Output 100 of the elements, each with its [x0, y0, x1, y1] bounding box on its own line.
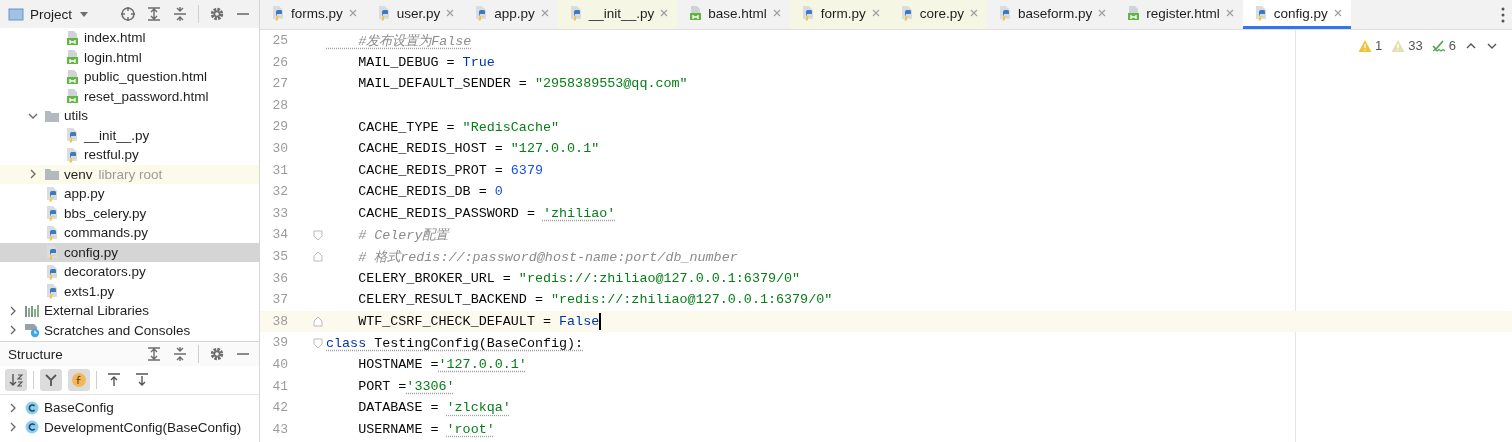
more-icon[interactable] — [1500, 6, 1506, 23]
html-file-icon — [64, 29, 80, 46]
line-number: 39 — [271, 334, 289, 353]
editor-tab[interactable]: form.py — [789, 0, 889, 29]
collapse-all-icon[interactable] — [172, 346, 188, 362]
inspection-counter[interactable]: 33 — [1391, 38, 1423, 53]
python-file-icon — [44, 263, 60, 280]
editor-tab[interactable]: baseform.py — [987, 0, 1116, 29]
project-icon — [8, 6, 24, 22]
code-line: CACHE_REDIS_DB = 0 — [357, 184, 503, 200]
locate-icon[interactable] — [120, 6, 136, 22]
close-icon[interactable] — [347, 8, 358, 18]
code-line: CACHE_REDIS_PROT = 6379 — [357, 162, 543, 178]
python-file-icon — [44, 244, 60, 261]
sort-icon[interactable] — [5, 369, 27, 391]
html-file-icon — [64, 88, 80, 105]
collapse-all-icon[interactable] — [172, 6, 188, 22]
line-number: 33 — [271, 204, 289, 223]
hierarchy-icon[interactable] — [40, 369, 62, 391]
html-file-icon — [687, 5, 704, 21]
python-file-icon — [64, 127, 80, 144]
scratch-clock-icon — [24, 322, 40, 339]
settings-icon[interactable] — [209, 346, 225, 362]
python-file-icon — [997, 5, 1013, 21]
expand-all-icon[interactable] — [146, 6, 162, 22]
class-icon — [24, 399, 40, 416]
html-file-icon — [64, 68, 80, 85]
editor-tab[interactable]: app.py — [463, 0, 558, 29]
close-icon[interactable] — [771, 8, 782, 18]
python-file-icon — [44, 224, 60, 241]
html-file-icon — [1125, 5, 1142, 21]
close-icon[interactable] — [1332, 8, 1343, 18]
code-line: #发布设置为False — [357, 32, 472, 50]
fold-marker-icon[interactable] — [313, 337, 323, 349]
code-line: CELERY_BROKER_URL = "redis://:zhiliao@127.0.0.1:6379/0" — [357, 270, 801, 286]
line-number: 27 — [271, 75, 289, 94]
tree-item[interactable]: restful.py — [0, 145, 259, 165]
inspection-counter[interactable]: 6 — [1431, 38, 1456, 53]
field-icon[interactable] — [68, 369, 90, 391]
code-line: DATABASE = 'zlckqa' — [357, 400, 511, 416]
tree-item[interactable]: app.py — [0, 184, 259, 204]
tree-item[interactable]: decorators.py — [0, 262, 259, 282]
line-number: 40 — [271, 355, 289, 374]
python-file-icon — [270, 5, 286, 21]
tree-item[interactable]: commands.py — [0, 223, 259, 243]
line-number: 35 — [271, 247, 289, 266]
tree-item[interactable]: config.py — [0, 242, 259, 262]
close-icon[interactable] — [445, 8, 456, 18]
editor-tab[interactable]: register.html — [1115, 0, 1243, 29]
editor-tab[interactable]: forms.py — [260, 0, 366, 29]
structure-item[interactable]: BaseConfig — [0, 398, 259, 418]
tree-item[interactable]: index.html — [0, 28, 259, 48]
editor-tab[interactable]: base.html — [677, 0, 790, 29]
python-file-icon — [44, 283, 60, 300]
expand-all-icon[interactable] — [146, 346, 162, 362]
tree-item[interactable]: exts1.py — [0, 281, 259, 301]
close-icon[interactable] — [1097, 8, 1108, 18]
tree-item[interactable]: login.html — [0, 47, 259, 67]
fold-marker-icon[interactable] — [313, 316, 323, 327]
tree-item[interactable]: public_question.html — [0, 67, 259, 87]
fold-marker-icon[interactable] — [313, 251, 323, 263]
editor-tab[interactable]: user.py — [365, 0, 464, 29]
line-number: 36 — [271, 269, 289, 288]
tree-item[interactable]: reset_password.html — [0, 86, 259, 106]
line-number: 31 — [271, 161, 289, 180]
inspection-counter[interactable]: 1 — [1358, 38, 1383, 53]
settings-icon[interactable] — [209, 6, 225, 22]
structure-item[interactable]: DevelopmentConfig(BaseConfig) — [0, 417, 259, 437]
fold-marker-icon[interactable] — [313, 229, 323, 241]
tree-item[interactable]: venv library root — [0, 164, 259, 184]
python-file-icon — [44, 185, 60, 202]
editor-tab[interactable]: config.py — [1242, 0, 1351, 29]
html-file-icon — [64, 49, 80, 66]
line-number: 25 — [271, 32, 289, 50]
line-number: 38 — [271, 312, 289, 331]
tree-item[interactable]: __init__.py — [0, 125, 259, 145]
code-line: WTF_CSRF_CHECK_DEFAULT = False — [357, 314, 600, 329]
close-icon[interactable] — [870, 8, 881, 18]
close-icon[interactable] — [539, 8, 550, 18]
close-icon[interactable] — [659, 8, 670, 18]
editor-tab[interactable]: __init__.py — [557, 0, 678, 29]
class-icon — [24, 419, 40, 436]
code-line: # Celery配置 — [357, 227, 449, 245]
code-line: class TestingConfig(BaseConfig): — [325, 335, 584, 351]
tree-item[interactable]: Scratches and Consoles — [0, 320, 259, 340]
typo-check-icon — [1431, 38, 1446, 53]
editor-tab[interactable]: core.py — [888, 0, 987, 29]
close-icon[interactable] — [1224, 8, 1235, 18]
close-icon[interactable] — [969, 8, 979, 18]
tree-item[interactable]: bbs_celery.py — [0, 203, 259, 223]
project-view-selector[interactable]: Project — [8, 6, 91, 22]
line-number: 29 — [271, 118, 289, 137]
library-root-hint: library root — [98, 166, 163, 182]
tree-item[interactable]: utils — [0, 106, 259, 126]
libraries-icon — [24, 302, 40, 319]
panel-title: Structure — [8, 346, 63, 362]
tree-item[interactable]: External Libraries — [0, 301, 259, 321]
folder-icon — [44, 166, 60, 183]
code-line: MAIL_DEBUG = True — [357, 54, 495, 70]
line-number: 30 — [271, 139, 289, 158]
